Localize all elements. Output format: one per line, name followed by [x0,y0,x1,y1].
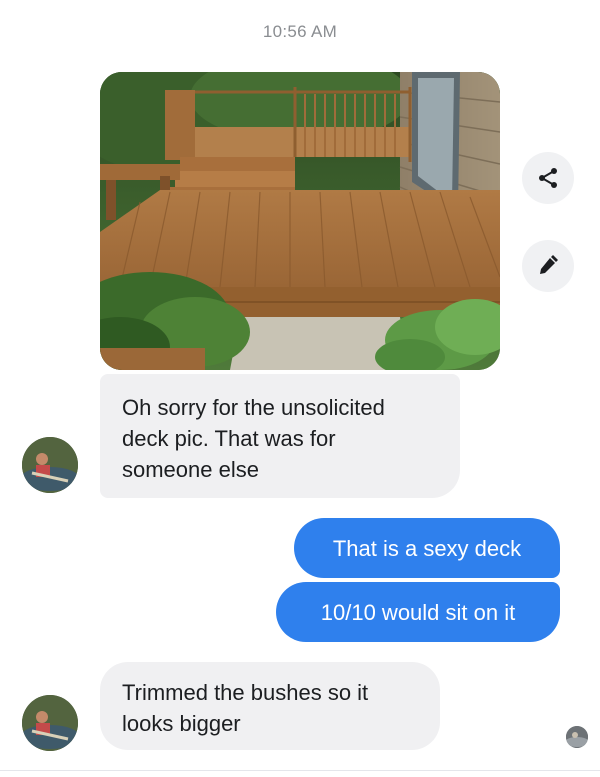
contact-avatar[interactable] [22,437,78,493]
chat-screen: 10:56 AM Oh sorry for the unsolicited de… [0,0,600,777]
incoming-message-bubble[interactable]: Trimmed the bushes so it looks bigger [100,662,440,750]
share-icon [539,168,557,188]
message-line: Oh sorry for the unsolicited [122,395,385,420]
contact-avatar[interactable] [22,695,78,751]
message-line: looks bigger [122,711,241,736]
message-text: 10/10 would sit on it [320,600,516,625]
outgoing-message-bubble[interactable]: 10/10 would sit on it [276,582,560,642]
avatar-photo [22,695,78,751]
message-line: deck pic. That was for [122,426,336,451]
message-text: That is a sexy deck [332,536,522,561]
outgoing-message-bubble[interactable]: That is a sexy deck [294,518,560,578]
message-line: someone else [122,457,259,482]
incoming-message-bubble[interactable]: Oh sorry for the unsolicited deck pic. T… [100,374,460,498]
seen-avatar-photo [566,726,588,748]
deck-photo-image [100,72,500,370]
divider [0,770,600,771]
seen-indicator-avatar [566,726,588,748]
message-line: Trimmed the bushes so it [122,680,369,705]
share-button[interactable] [522,152,574,204]
avatar-photo [22,437,78,493]
message-timestamp: 10:56 AM [262,22,338,41]
deck-photo[interactable] [100,72,500,370]
edit-button[interactable] [522,240,574,292]
edit-pencil-icon [540,255,558,274]
